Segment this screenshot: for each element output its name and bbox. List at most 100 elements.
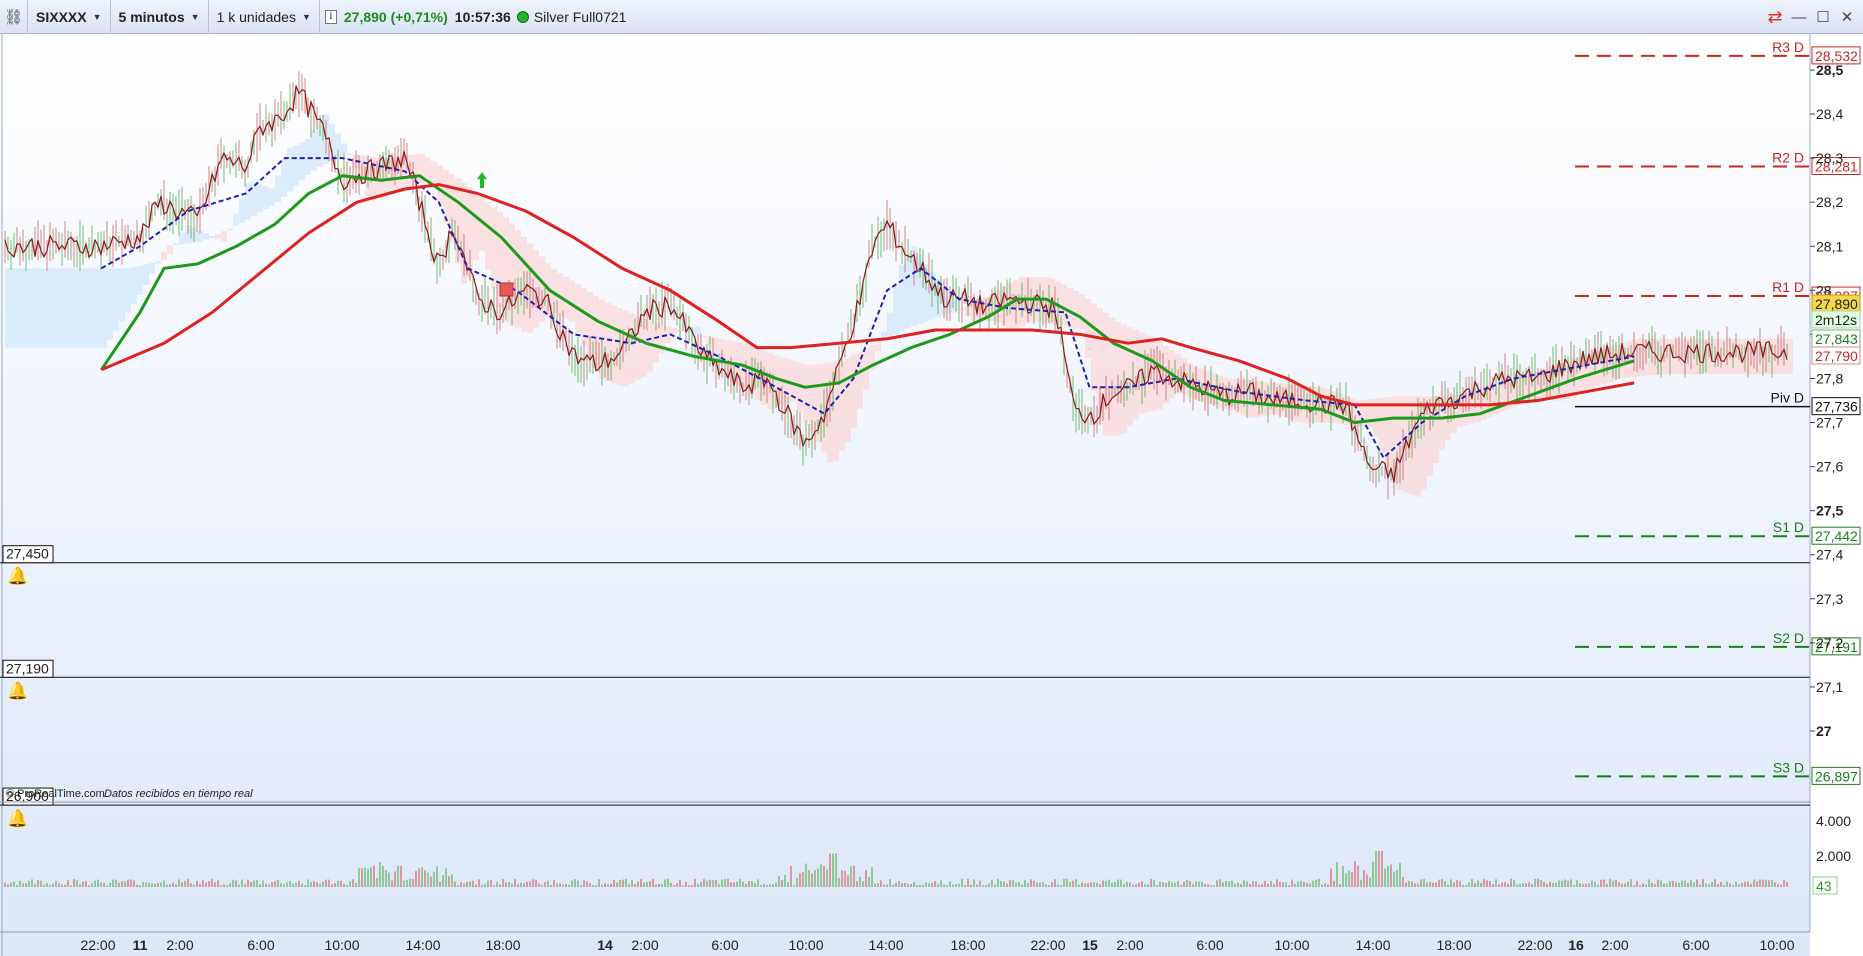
- cloud-segment: [281, 159, 287, 197]
- cloud-segment: [887, 312, 893, 337]
- cloud-segment: [647, 321, 653, 373]
- cloud-segment: [611, 305, 617, 384]
- cloud-segment: [311, 130, 317, 171]
- x-tick-label: 2:00: [166, 937, 193, 953]
- cloud-segment: [107, 268, 113, 340]
- cloud-segment: [41, 268, 47, 348]
- x-tick-label: 2:00: [631, 937, 658, 953]
- cloud-segment: [263, 186, 269, 210]
- x-tick-label: 6:00: [1682, 937, 1709, 953]
- timeframe-selector[interactable]: 5 minutos ▼: [111, 0, 209, 34]
- bell-icon: 🔔: [7, 567, 28, 586]
- x-tick-label: 15: [1082, 937, 1098, 953]
- cloud-segment: [1091, 303, 1097, 391]
- cloud-segment: [275, 175, 281, 203]
- x-tick-label: 11: [133, 937, 148, 953]
- alert-value-label: 27,450: [6, 546, 49, 562]
- cloud-segment: [53, 268, 59, 348]
- cloud-segment: [149, 262, 155, 274]
- y-tick-label: 27,1: [1816, 679, 1843, 695]
- pivot-name-label: Piv D: [1771, 390, 1804, 406]
- cloud-segment: [905, 255, 911, 329]
- bell-icon: 🔔: [7, 809, 28, 828]
- cloud-segment: [431, 161, 437, 186]
- info-icon: i: [324, 9, 337, 24]
- x-tick-label: 14: [597, 937, 613, 953]
- x-tick-label: 10:00: [1759, 937, 1794, 953]
- copyright-label: © ProRealTime.com: [6, 788, 105, 800]
- symbol-label: SIXXXX: [36, 8, 87, 25]
- y-tick-label: 27,7: [1816, 415, 1843, 431]
- y-tick-label: 28,2: [1816, 194, 1843, 210]
- cloud-segment: [1073, 291, 1079, 329]
- y-tick-label: 28,3: [1816, 150, 1843, 166]
- minimize-button[interactable]: —: [1789, 7, 1809, 27]
- x-tick-label: 22:00: [1517, 937, 1552, 953]
- price-label: 2m12s: [1815, 312, 1857, 328]
- info-button[interactable]: i: [320, 0, 342, 34]
- units-label: 1 k unidades: [216, 8, 296, 25]
- cloud-segment: [65, 268, 71, 348]
- y-tick-label: 27,3: [1816, 591, 1843, 607]
- cloud-segment: [113, 268, 119, 331]
- cloud-segment: [1079, 294, 1085, 330]
- cloud-segment: [269, 188, 275, 206]
- x-tick-label: 14:00: [868, 937, 903, 953]
- chevron-down-icon: ▼: [301, 11, 311, 22]
- cloud-segment: [491, 206, 497, 289]
- cloud-segment: [485, 202, 491, 270]
- x-tick-label: 6:00: [247, 937, 274, 953]
- x-tick-label: 10:00: [1274, 937, 1309, 953]
- pivot-name-label: R3 D: [1772, 39, 1804, 55]
- y-tick-label: 27,2: [1816, 635, 1843, 651]
- x-tick-label: 14:00: [405, 937, 440, 953]
- cloud-segment: [77, 268, 83, 348]
- cloud-segment: [1787, 338, 1793, 375]
- cloud-segment: [5, 268, 11, 348]
- cloud-segment: [803, 364, 809, 422]
- alert-value-label: 27,190: [6, 660, 49, 676]
- units-selector[interactable]: 1 k unidades ▼: [209, 0, 320, 34]
- y-tick-label: 27: [1816, 723, 1832, 739]
- data-source-label: Silver Full0721: [533, 8, 627, 25]
- x-tick-label: 2:00: [1601, 937, 1628, 953]
- chain-link-icon[interactable]: ⛓: [0, 0, 28, 34]
- cloud-segment: [299, 142, 305, 181]
- cloud-segment: [839, 360, 845, 452]
- timeframe-label: 5 minutos: [118, 8, 185, 25]
- close-button[interactable]: ✕: [1837, 7, 1857, 27]
- cloud-segment: [239, 198, 245, 223]
- cloud-segment: [857, 351, 863, 409]
- price-labels: 27,8902m12s 27,84327,790: [1811, 294, 1861, 365]
- y-tick-label: 27,4: [1816, 547, 1843, 563]
- x-tick-label: 6:00: [1196, 937, 1223, 953]
- cloud-segment: [851, 354, 857, 428]
- maximize-button[interactable]: ☐: [1813, 7, 1833, 27]
- cloud-segment: [155, 261, 161, 264]
- cloud-segment: [713, 337, 719, 355]
- cloud-segment: [899, 264, 905, 332]
- window-controls: ⇄ — ☐ ✕: [1765, 0, 1857, 34]
- cloud-segment: [35, 268, 41, 348]
- price-label: 27,843: [1815, 331, 1858, 347]
- cloud-segment: [131, 267, 137, 304]
- cloud-segment: [257, 184, 263, 213]
- realtime-label: Datos recibidos en tiempo real: [104, 788, 253, 800]
- price-label: 27,790: [1815, 348, 1858, 364]
- cloud-segment: [695, 326, 701, 335]
- cloud-segment: [845, 357, 851, 442]
- price-chart[interactable]: R3 D28,532R2 D28,281R1 D27,987Piv D27,73…: [0, 34, 1863, 956]
- cloud-segment: [1085, 298, 1091, 358]
- cloud-segment: [95, 268, 101, 348]
- chart-toolbar: ⛓ SIXXXX ▼ 5 minutos ▼ 1 k unidades ▼ i …: [0, 0, 1863, 34]
- sync-icon[interactable]: ⇄: [1765, 7, 1785, 27]
- cloud-segment: [293, 145, 299, 186]
- chart-background: [0, 34, 1810, 956]
- symbol-selector[interactable]: SIXXXX ▼: [28, 0, 111, 34]
- pivot-name-label: S2 D: [1773, 630, 1804, 646]
- cloud-segment: [47, 268, 53, 348]
- volume-current-label: 43: [1816, 878, 1832, 894]
- y-tick-label: 27,6: [1816, 459, 1843, 475]
- cloud-segment: [233, 213, 239, 226]
- cloud-segment: [143, 264, 149, 285]
